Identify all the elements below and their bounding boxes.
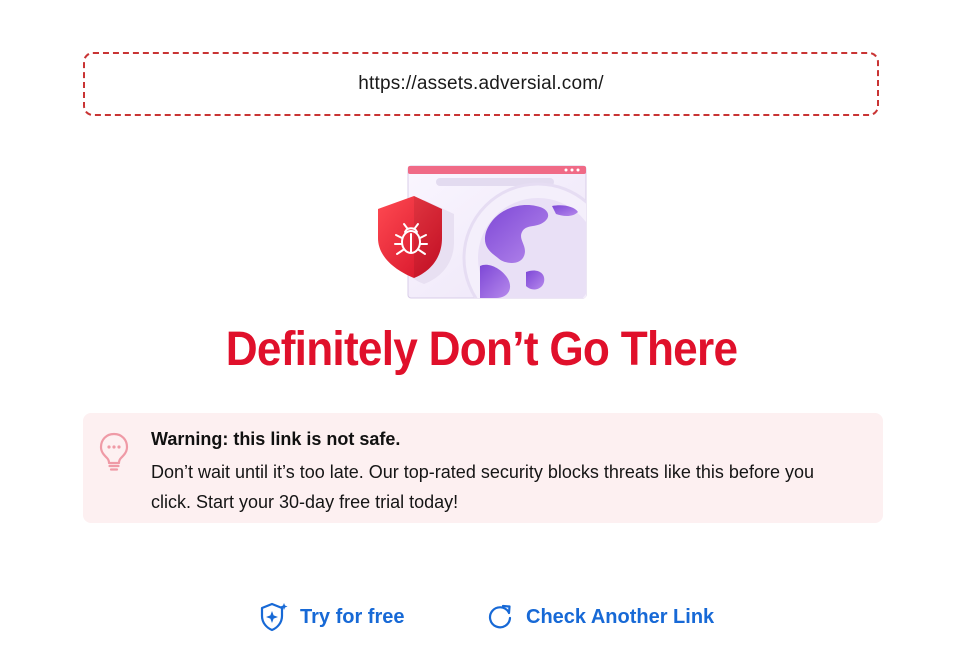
threat-illustration: [376, 162, 588, 300]
shield-sparkle-icon: [260, 602, 288, 632]
bug-shield-graphic: [378, 196, 454, 284]
warning-message: Don’t wait until it’s too late. Our top-…: [151, 462, 814, 512]
url-text: https://assets.adversial.com/: [358, 73, 604, 94]
warning-card: Warning: this link is not safe. Don’t wa…: [83, 413, 883, 523]
page-headline: Definitely Don’t Go There: [225, 323, 738, 376]
try-for-free-label: Try for free: [300, 605, 405, 628]
browser-globe-bug-shield-illustration: [378, 165, 587, 299]
check-another-link-button[interactable]: Check Another Link: [486, 602, 714, 632]
lightbulb-icon: [99, 431, 129, 471]
refresh-icon: [486, 602, 514, 632]
action-bar: Try for free Check Another Link: [0, 602, 963, 638]
try-for-free-link[interactable]: Try for free: [260, 602, 404, 632]
url-display: https://assets.adversial.com/: [83, 52, 879, 116]
warning-title: Warning: this link is not safe.: [151, 429, 401, 449]
check-another-link-label: Check Another Link: [526, 605, 715, 628]
